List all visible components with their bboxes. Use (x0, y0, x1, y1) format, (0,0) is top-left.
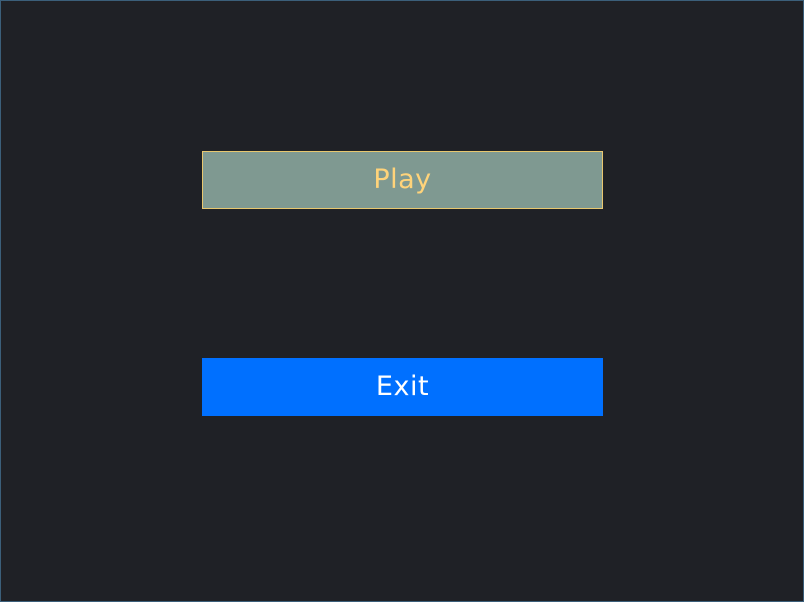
exit-button[interactable]: Exit (202, 358, 603, 416)
play-button[interactable]: Play (202, 151, 603, 209)
play-button-label: Play (373, 163, 432, 195)
exit-button-label: Exit (375, 370, 430, 402)
game-window: Play Exit (0, 0, 804, 602)
